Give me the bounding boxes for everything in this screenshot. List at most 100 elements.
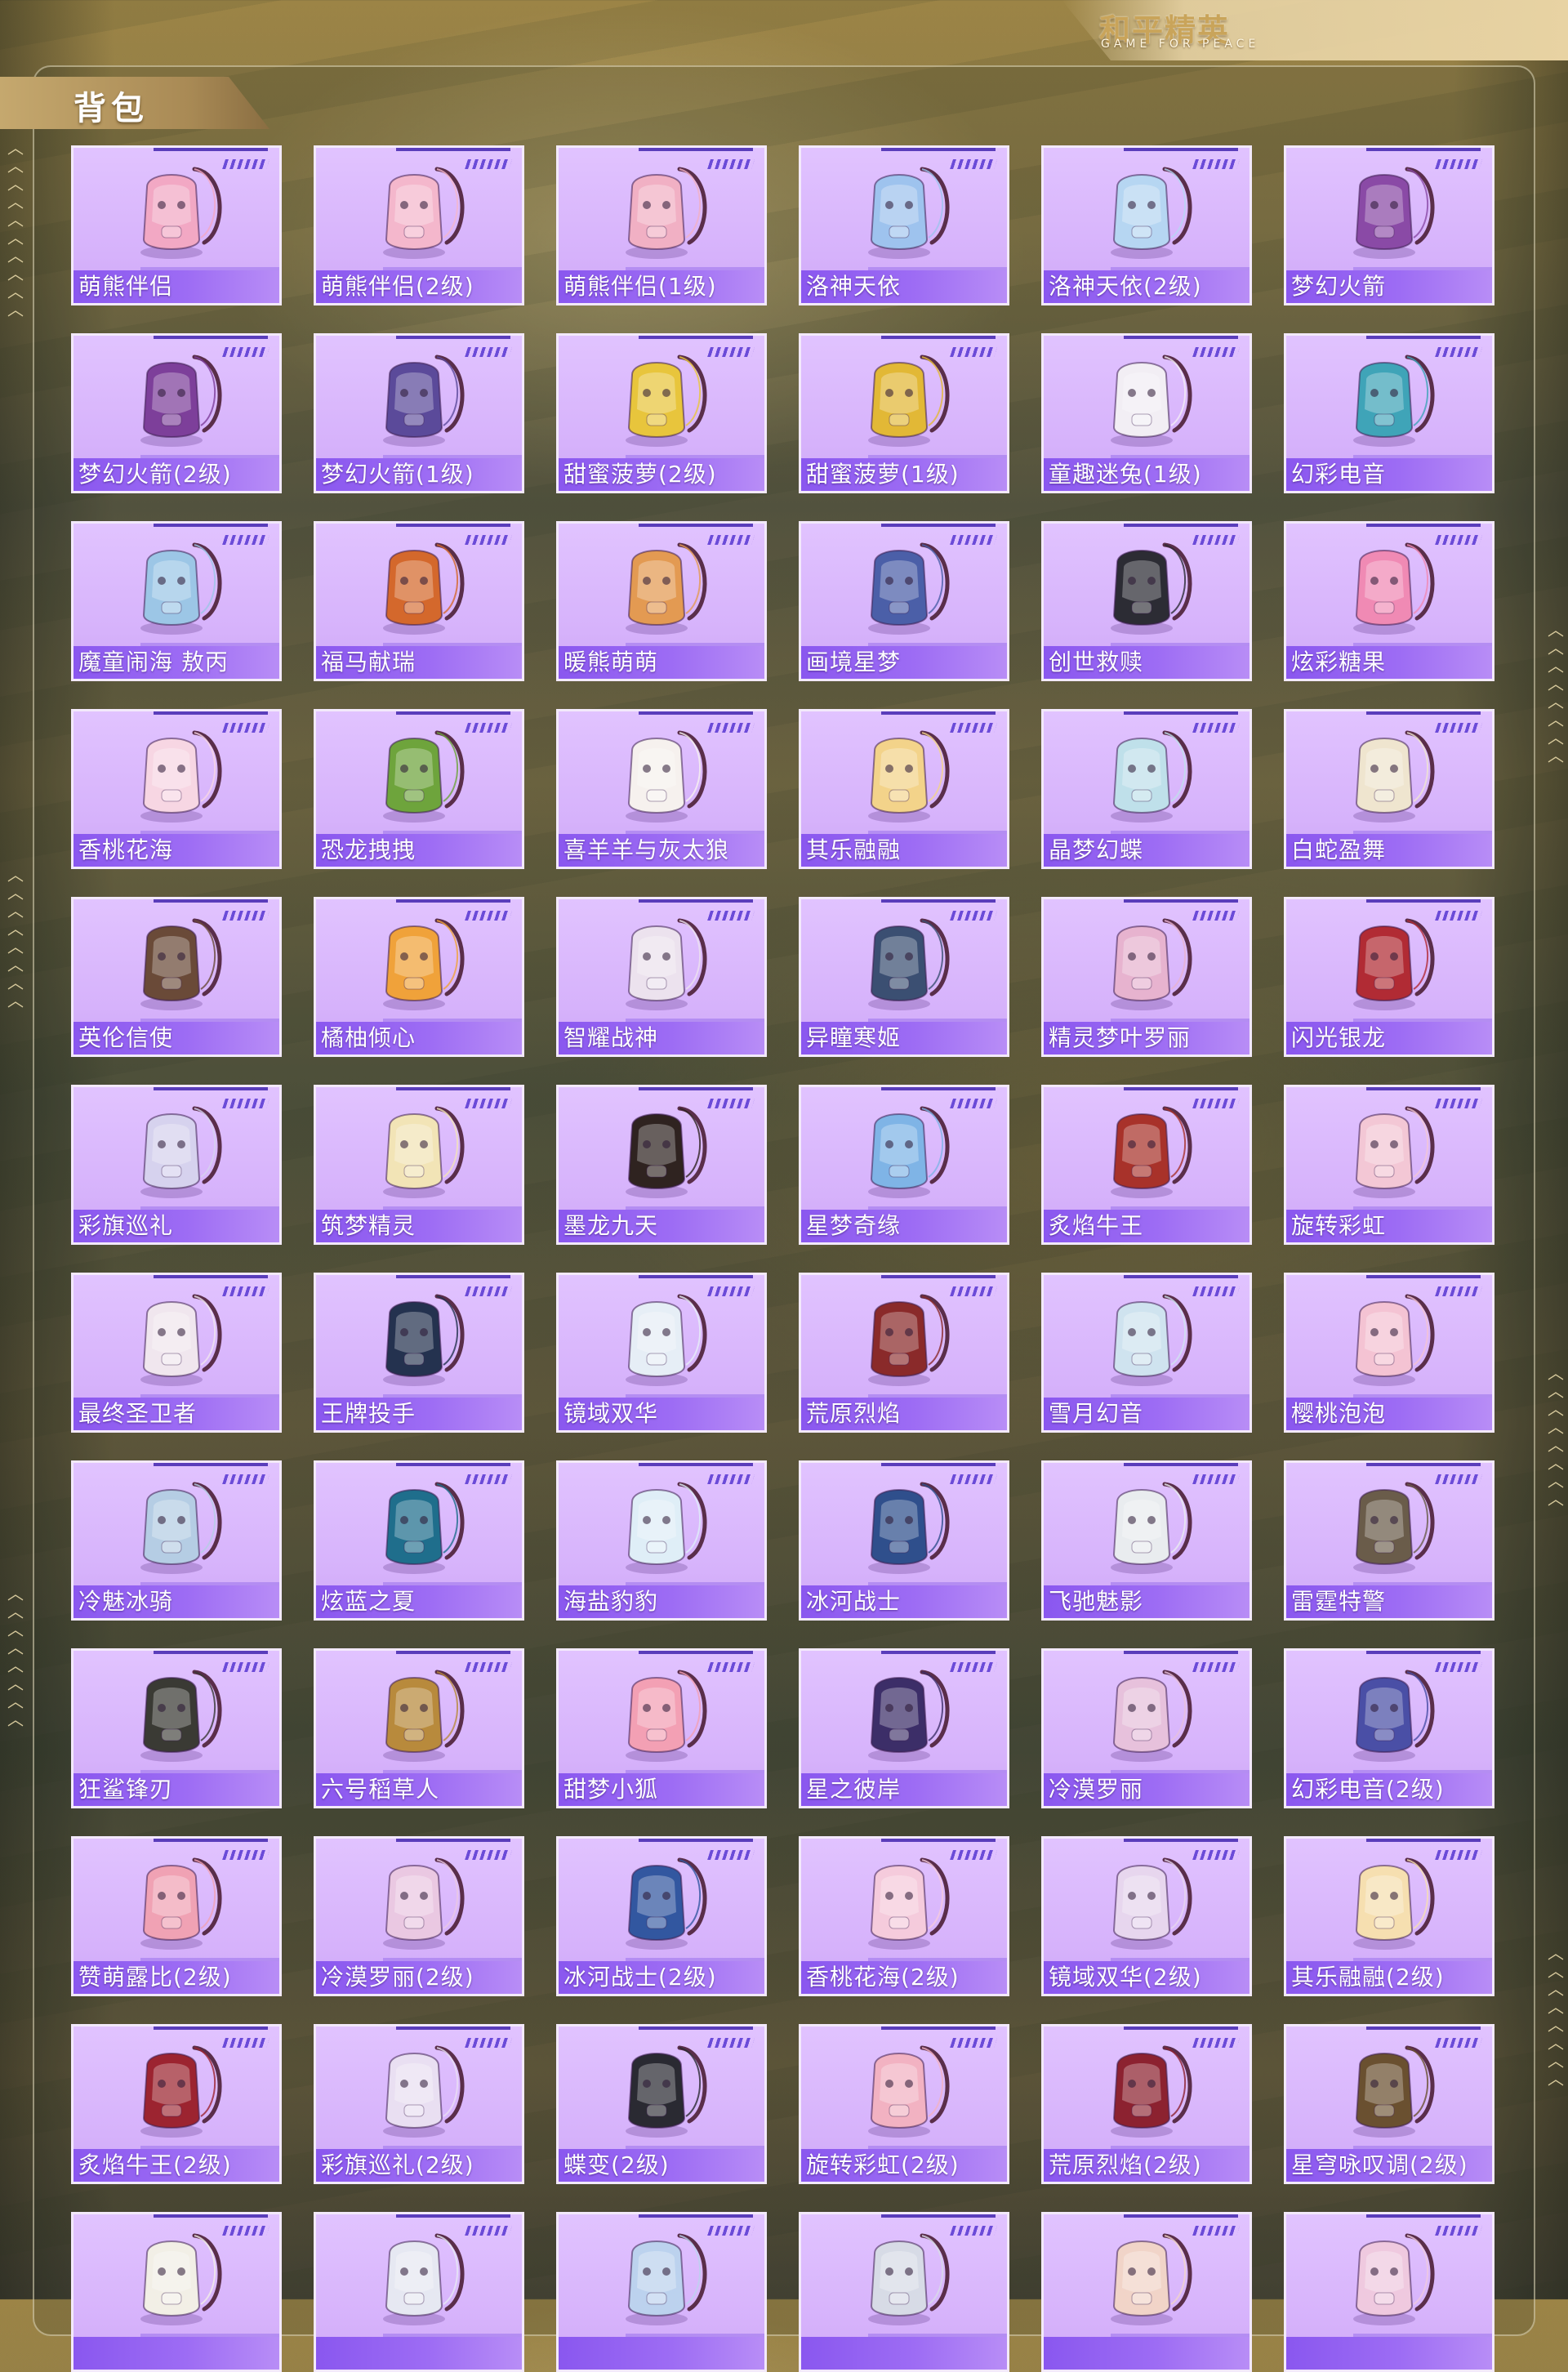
backpack-item-card[interactable]: 闪光银龙 bbox=[1284, 897, 1494, 1057]
backpack-item-card[interactable]: 萌熊伴侣(2级) bbox=[314, 145, 524, 305]
backpack-item-card[interactable]: 甜蜜菠萝(1级) bbox=[799, 333, 1009, 493]
backpack-item-card[interactable]: 幻彩电音 bbox=[1284, 333, 1494, 493]
backpack-item-card[interactable]: 萌熊伴侣 bbox=[71, 145, 282, 305]
sheep-backpack-icon bbox=[626, 730, 707, 823]
backpack-item-card[interactable]: 旋转彩虹(2级) bbox=[799, 2024, 1009, 2184]
backpack-item-card[interactable]: 炫彩糖果 bbox=[1284, 521, 1494, 681]
backpack-item-card[interactable]: 冷漠罗丽 bbox=[1041, 1648, 1252, 1808]
backpack-item-card[interactable]: 樱桃泡泡 bbox=[1284, 1273, 1494, 1433]
backpack-item-card[interactable]: 香桃花海(2级) bbox=[799, 1836, 1009, 1996]
backpack-item-card[interactable]: 荒原烈焰(2级) bbox=[1041, 2024, 1252, 2184]
backpack-item-card[interactable]: 智耀战神 bbox=[556, 897, 767, 1057]
item-name: 恐龙拽拽 bbox=[321, 836, 416, 863]
backpack-item-card[interactable]: 炫蓝之夏 bbox=[314, 1460, 524, 1621]
backpack-item-card[interactable]: 晶梦幻蝶 bbox=[1041, 709, 1252, 869]
backpack-item-card[interactable]: 冷魅冰骑 bbox=[71, 1460, 282, 1621]
carousel-backpack-icon bbox=[868, 2045, 950, 2138]
backpack-item-card[interactable]: 星梦奇缘 bbox=[799, 1085, 1009, 1245]
item-name: 星穹咏叹调(2级) bbox=[1291, 2151, 1468, 2178]
item-name: 筑梦精灵 bbox=[321, 1212, 416, 1239]
backpack-item-card[interactable]: 梦幻火箭 bbox=[1284, 145, 1494, 305]
backpack-item-card[interactable]: 墨龙九天 bbox=[556, 1085, 767, 1245]
backpack-item-card[interactable]: 狂鲨锋刃 bbox=[71, 1648, 282, 1808]
shark-backpack-icon bbox=[140, 1670, 222, 1762]
dino-backpack-icon bbox=[383, 730, 465, 823]
backpack-item-card[interactable]: 雪月幻音 bbox=[1041, 1273, 1252, 1433]
item-name: 精灵梦叶罗丽 bbox=[1049, 1024, 1192, 1051]
rocket-backpack-icon bbox=[140, 354, 222, 447]
item-name: 雷霆特警 bbox=[1291, 1588, 1387, 1615]
backpack-item-card[interactable]: 白蛇盈舞 bbox=[1284, 709, 1494, 869]
backpack-icon bbox=[868, 2233, 950, 2325]
backpack-item-card[interactable]: 梦幻火箭(2级) bbox=[71, 333, 282, 493]
item-name-bar bbox=[801, 2337, 1007, 2370]
backpack-item-card[interactable]: 橘柚倾心 bbox=[314, 897, 524, 1057]
backpack-item-card[interactable] bbox=[71, 2212, 282, 2372]
backpack-item-card[interactable]: 六号稻草人 bbox=[314, 1648, 524, 1808]
flame-backpack-icon bbox=[868, 1294, 950, 1386]
backpack-item-card[interactable]: 飞驰魅影 bbox=[1041, 1460, 1252, 1621]
backpack-item-card[interactable]: 彩旗巡礼 bbox=[71, 1085, 282, 1245]
speaker-backpack-icon bbox=[1353, 1670, 1435, 1762]
backpack-item-card[interactable]: 异瞳寒姬 bbox=[799, 897, 1009, 1057]
backpack-item-card[interactable]: 镜域双华 bbox=[556, 1273, 767, 1433]
backpack-item-card[interactable] bbox=[556, 2212, 767, 2372]
backpack-item-card[interactable]: 英伦信使 bbox=[71, 897, 282, 1057]
item-name: 暖熊萌萌 bbox=[564, 649, 659, 675]
backpack-item-card[interactable]: 荒原烈焰 bbox=[799, 1273, 1009, 1433]
item-name: 晶梦幻蝶 bbox=[1049, 836, 1144, 863]
backpack-item-card[interactable]: 洛神天依 bbox=[799, 145, 1009, 305]
tactical-backpack-icon bbox=[383, 1482, 465, 1574]
moon-backpack-icon bbox=[1111, 1294, 1192, 1386]
backpack-item-card[interactable]: 幻彩电音(2级) bbox=[1284, 1648, 1494, 1808]
backpack-item-card[interactable]: 旋转彩虹 bbox=[1284, 1085, 1494, 1245]
backpack-item-card[interactable] bbox=[1041, 2212, 1252, 2372]
backpack-item-card[interactable]: 创世救赎 bbox=[1041, 521, 1252, 681]
backpack-item-card[interactable]: 赞萌露比(2级) bbox=[71, 1836, 282, 1996]
backpack-item-card[interactable]: 炙焰牛王(2级) bbox=[71, 2024, 282, 2184]
backpack-item-card[interactable] bbox=[314, 2212, 524, 2372]
backpack-item-card[interactable]: 童趣迷兔(1级) bbox=[1041, 333, 1252, 493]
item-name: 智耀战神 bbox=[564, 1024, 659, 1051]
backpack-item-card[interactable]: 星穹咏叹调(2级) bbox=[1284, 2024, 1494, 2184]
backpack-item-card[interactable]: 冰河战士 bbox=[799, 1460, 1009, 1621]
backpack-item-card[interactable]: 雷霆特警 bbox=[1284, 1460, 1494, 1621]
backpack-item-card[interactable]: 魔童闹海 敖丙 bbox=[71, 521, 282, 681]
mirror-backpack-icon bbox=[1111, 1857, 1192, 1950]
backpack-item-card[interactable]: 蝶变(2级) bbox=[556, 2024, 767, 2184]
backpack-item-card[interactable]: 筑梦精灵 bbox=[314, 1085, 524, 1245]
backpack-item-card[interactable]: 暖熊萌萌 bbox=[556, 521, 767, 681]
game-logo-subtitle: GAME FOR PEACE bbox=[1101, 38, 1260, 51]
backpack-item-card[interactable]: 香桃花海 bbox=[71, 709, 282, 869]
backpack-item-card[interactable]: 炙焰牛王 bbox=[1041, 1085, 1252, 1245]
backpack-item-card[interactable]: 镜域双华(2级) bbox=[1041, 1836, 1252, 1996]
backpack-item-card[interactable]: 甜蜜菠萝(2级) bbox=[556, 333, 767, 493]
backpack-item-card[interactable]: 精灵梦叶罗丽 bbox=[1041, 897, 1252, 1057]
backpack-item-card[interactable]: 洛神天依(2级) bbox=[1041, 145, 1252, 305]
item-name: 喜羊羊与灰太狼 bbox=[564, 836, 730, 863]
item-name-bar bbox=[316, 2337, 522, 2370]
backpack-item-card[interactable]: 其乐融融 bbox=[799, 709, 1009, 869]
backpack-item-card[interactable]: 福马献瑞 bbox=[314, 521, 524, 681]
backpack-item-card[interactable]: 萌熊伴侣(1级) bbox=[556, 145, 767, 305]
backpack-item-card[interactable]: 星之彼岸 bbox=[799, 1648, 1009, 1808]
right-edge-chevrons-icon: ︿ ︿ ︿ ︿ ︿ ︿ ︿ ︿ bbox=[1548, 620, 1564, 765]
warrior-backpack-icon bbox=[626, 918, 707, 1010]
backpack-item-card[interactable]: 其乐融融(2级) bbox=[1284, 1836, 1494, 1996]
item-name: 海盐豹豹 bbox=[564, 1588, 659, 1615]
backpack-item-card[interactable]: 彩旗巡礼(2级) bbox=[314, 2024, 524, 2184]
backpack-item-card[interactable]: 最终圣卫者 bbox=[71, 1273, 282, 1433]
backpack-item-card[interactable]: 冷漠罗丽(2级) bbox=[314, 1836, 524, 1996]
backpack-item-card[interactable]: 喜羊羊与灰太狼 bbox=[556, 709, 767, 869]
backpack-item-card[interactable]: 画境星梦 bbox=[799, 521, 1009, 681]
left-edge-chevrons-icon: ︿ ︿ ︿ ︿ ︿ ︿ ︿ ︿ ︿ ︿ bbox=[7, 138, 24, 319]
backpack-item-card[interactable]: 梦幻火箭(1级) bbox=[314, 333, 524, 493]
backpack-item-card[interactable] bbox=[799, 2212, 1009, 2372]
backpack-item-card[interactable]: 甜梦小狐 bbox=[556, 1648, 767, 1808]
backpack-item-card[interactable] bbox=[1284, 2212, 1494, 2372]
backpack-item-card[interactable]: 冰河战士(2级) bbox=[556, 1836, 767, 1996]
backpack-item-card[interactable]: 海盐豹豹 bbox=[556, 1460, 767, 1621]
item-name: 蝶变(2级) bbox=[564, 2151, 670, 2178]
backpack-item-card[interactable]: 恐龙拽拽 bbox=[314, 709, 524, 869]
backpack-item-card[interactable]: 王牌投手 bbox=[314, 1273, 524, 1433]
